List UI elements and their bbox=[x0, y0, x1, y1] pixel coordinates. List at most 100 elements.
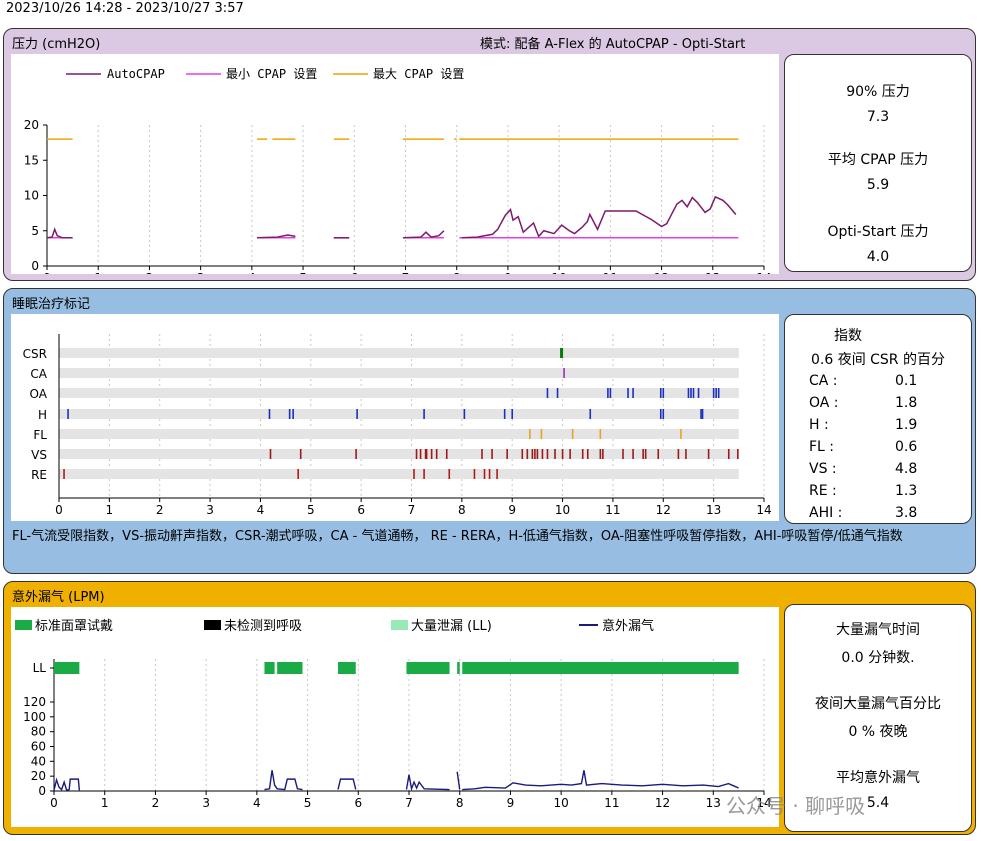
autocpap-line bbox=[461, 195, 737, 239]
mask-on-bar bbox=[264, 662, 275, 674]
legend-max-cpap: 最大 CPAP 设置 bbox=[373, 67, 464, 81]
index-oa-label: OA : bbox=[809, 395, 839, 411]
autocpap-line bbox=[402, 230, 445, 239]
x-tick-label: 4 bbox=[257, 503, 265, 517]
index-title: 指数 bbox=[834, 328, 862, 344]
index-ca-label: CA : bbox=[809, 373, 838, 389]
row-label-re: RE bbox=[31, 468, 47, 482]
x-tick-label: 6 bbox=[350, 271, 358, 274]
row-label-oa: OA bbox=[30, 387, 48, 401]
x-tick-label: 9 bbox=[508, 503, 516, 517]
index-h-label: H : bbox=[809, 417, 829, 433]
mask-on-bar bbox=[277, 662, 303, 674]
leak-line bbox=[462, 770, 739, 791]
x-tick-label: 6 bbox=[357, 503, 365, 517]
opti-start-label: Opti-Start 压力 bbox=[827, 224, 929, 240]
x-tick-label: 12 bbox=[655, 796, 670, 810]
large-leak-time-value: 0.0 分钟数. bbox=[841, 650, 915, 666]
mean-cpap-value: 5.9 bbox=[866, 177, 890, 193]
leak-line bbox=[337, 778, 357, 790]
x-tick-label: 12 bbox=[656, 503, 671, 517]
x-tick-label: 2 bbox=[152, 796, 160, 810]
index-vs: VS : 4.8 bbox=[809, 461, 917, 477]
row-label-h: H bbox=[38, 408, 47, 422]
event-track-h bbox=[59, 409, 739, 419]
index-fl-value: 0.6 bbox=[895, 439, 918, 455]
pressure-title: 压力 (cmH2O) bbox=[12, 37, 101, 52]
row-label-fl: FL bbox=[33, 428, 47, 442]
x-tick-label: 7 bbox=[408, 503, 416, 517]
y-tick-label: 5 bbox=[31, 224, 39, 238]
y-tick-label: 40 bbox=[31, 754, 46, 768]
y-tick-label: LL bbox=[33, 661, 47, 675]
x-tick-label: 7 bbox=[405, 796, 413, 810]
x-tick-label: 14 bbox=[756, 503, 771, 517]
x-tick-label: 4 bbox=[248, 271, 256, 274]
mask-on-bar bbox=[338, 662, 356, 674]
leak-line bbox=[405, 774, 450, 792]
x-tick-label: 1 bbox=[101, 796, 109, 810]
pressure-legend: AutoCPAP 最小 CPAP 设置 最大 CPAP 设置 bbox=[66, 67, 464, 81]
legend-autocpap: AutoCPAP bbox=[107, 67, 165, 81]
y-tick-label: 100 bbox=[23, 710, 46, 724]
y-tick-label: 60 bbox=[31, 740, 46, 754]
index-oa: OA : 1.8 bbox=[809, 395, 917, 411]
pressure-chart: AutoCPAP 最小 CPAP 设置 最大 CPAP 设置 012345678… bbox=[11, 54, 779, 274]
x-tick-label: 14 bbox=[756, 271, 771, 274]
y-tick-label: 20 bbox=[24, 118, 39, 132]
x-tick-label: 8 bbox=[456, 796, 464, 810]
x-tick-label: 0 bbox=[55, 503, 63, 517]
events-stats: 指数 0.6 夜间 CSR 的百分 CA : 0.1 OA : 1.8 H : 1.9… bbox=[784, 314, 972, 524]
large-leak-pct-value: 0 % 夜晚 bbox=[848, 724, 908, 740]
mask-on-bar bbox=[406, 662, 450, 674]
leak-chart: 标准面罩试戴 未检测到呼吸 大量泄漏 (LL) 意外漏气 01234567891… bbox=[11, 607, 779, 827]
row-label-csr: CSR bbox=[23, 347, 47, 361]
event-track-oa bbox=[59, 388, 739, 398]
event-track-csr bbox=[59, 348, 739, 358]
index-ca-value: 0.1 bbox=[895, 373, 918, 389]
p90-label: 90% 压力 bbox=[846, 84, 910, 100]
x-tick-label: 1 bbox=[94, 271, 102, 274]
events-title: 睡眠治疗标记 bbox=[12, 297, 91, 312]
events-panel: 睡眠治疗标记 CSR CA OA H FL VS RE 0 1 2 3 4 5 6 7 8 9 10 11 12 13 1… bbox=[3, 288, 976, 574]
event-mark-csr bbox=[560, 348, 564, 358]
pressure-chart-svg: AutoCPAP 最小 CPAP 设置 最大 CPAP 设置 012345678… bbox=[24, 67, 772, 274]
legend-large-leak: 大量泄漏 (LL) bbox=[411, 618, 492, 634]
x-tick-label: 8 bbox=[453, 271, 461, 274]
watermark: 公众号 · 聊呼吸 bbox=[726, 794, 866, 818]
row-label-vs: VS bbox=[31, 448, 47, 462]
x-tick-label: 10 bbox=[554, 796, 569, 810]
csr-percent: 0.6 夜间 CSR 的百分 bbox=[810, 352, 945, 368]
y-tick-label: 20 bbox=[31, 769, 46, 783]
autocpap-line bbox=[46, 227, 73, 239]
leak-line bbox=[264, 770, 303, 791]
index-re: RE : 1.3 bbox=[809, 483, 917, 499]
y-tick-label: 0 bbox=[38, 784, 46, 798]
index-ca: CA : 0.1 bbox=[809, 373, 917, 389]
x-tick-label: 2 bbox=[156, 503, 164, 517]
y-tick-label: 10 bbox=[24, 189, 39, 203]
x-tick-label: 10 bbox=[555, 503, 570, 517]
leak-chart-svg: 标准面罩试戴 未检测到呼吸 大量泄漏 (LL) 意外漏气 01234567891… bbox=[15, 618, 772, 810]
leak-legend: 标准面罩试戴 未检测到呼吸 大量泄漏 (LL) 意外漏气 bbox=[15, 618, 654, 634]
x-tick-label: 3 bbox=[202, 796, 210, 810]
index-vs-label: VS : bbox=[809, 461, 837, 477]
mean-cpap-label: 平均 CPAP 压力 bbox=[827, 152, 929, 168]
x-tick-label: 2 bbox=[146, 271, 154, 274]
x-tick-label: 13 bbox=[706, 796, 721, 810]
mask-on-bar bbox=[462, 662, 739, 674]
leak-title: 意外漏气 (LPM) bbox=[12, 590, 105, 605]
events-legend-note: FL-气流受限指数，VS-振动鼾声指数，CSR-潮式呼吸，CA - 气道通畅， … bbox=[12, 529, 903, 544]
index-fl-label: FL : bbox=[809, 439, 835, 455]
x-tick-label: 3 bbox=[197, 271, 205, 274]
index-re-value: 1.3 bbox=[895, 483, 918, 499]
y-tick-label: 120 bbox=[23, 695, 46, 709]
x-tick-label: 9 bbox=[507, 796, 515, 810]
x-tick-label: 6 bbox=[354, 796, 362, 810]
mode-label: 模式: 配备 A-Flex 的 AutoCPAP - Opti-Start bbox=[480, 37, 746, 52]
mean-leak-label: 平均意外漏气 bbox=[836, 770, 920, 786]
x-tick-label: 8 bbox=[458, 503, 466, 517]
x-tick-label: 0 bbox=[43, 271, 51, 274]
index-vs-value: 4.8 bbox=[895, 461, 918, 477]
events-chart-svg: CSRCAOAHFLVSRE0 1 2 3 4 5 6 7 8 9 10 11 12 13 14 bbox=[23, 334, 772, 517]
